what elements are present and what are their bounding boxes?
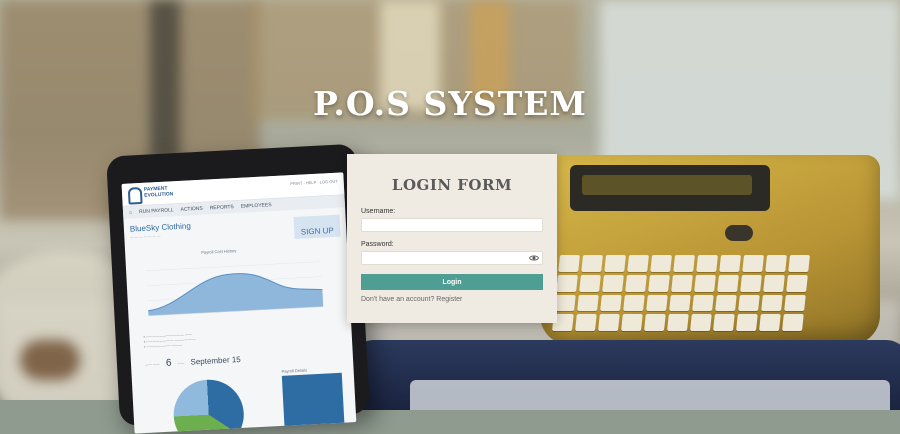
register-key bbox=[646, 294, 668, 312]
register-key bbox=[650, 255, 672, 272]
register-key bbox=[581, 255, 603, 272]
tablet-signup-badge: SIGN UP bbox=[293, 214, 341, 239]
register-key bbox=[740, 274, 762, 292]
register-key bbox=[736, 314, 758, 331]
tablet-chart-title: Payroll Cost History bbox=[201, 248, 237, 255]
brand-logo-icon bbox=[127, 186, 143, 205]
username-field-wrapper bbox=[361, 218, 543, 232]
tablet-brand: PAYMENT EVOLUTION bbox=[143, 185, 174, 199]
password-input[interactable] bbox=[361, 251, 543, 265]
register-key bbox=[761, 294, 783, 312]
register-key bbox=[788, 255, 810, 272]
register-key bbox=[623, 294, 645, 312]
login-button[interactable]: Login bbox=[361, 274, 543, 290]
tablet-panel-title: Payroll Details bbox=[281, 367, 308, 374]
password-label: Password: bbox=[361, 241, 394, 248]
login-form-heading: LOGIN FORM bbox=[391, 176, 513, 194]
register-key bbox=[692, 294, 714, 312]
register-key bbox=[719, 255, 741, 272]
register-key bbox=[554, 294, 576, 312]
register-key bbox=[671, 274, 693, 292]
home-icon: ⌂ bbox=[128, 209, 133, 216]
username-input[interactable] bbox=[361, 218, 543, 232]
register-key bbox=[759, 314, 781, 331]
register-key bbox=[604, 255, 626, 272]
register-key bbox=[690, 314, 712, 331]
register-key bbox=[575, 314, 597, 331]
login-form: LOGIN FORM Username: Password: Login Don… bbox=[347, 154, 557, 323]
register-key bbox=[598, 314, 620, 331]
register-key bbox=[558, 255, 580, 272]
register-key bbox=[784, 294, 806, 312]
register-key bbox=[600, 294, 622, 312]
register-key bbox=[738, 294, 760, 312]
tablet-pie-chart bbox=[171, 377, 246, 434]
tablet-top-links: PRINT · HELP · LOG OUT bbox=[290, 178, 338, 187]
register-key bbox=[621, 314, 643, 331]
tablet-image: PAYMENT EVOLUTION PRINT · HELP · LOG OUT… bbox=[106, 143, 370, 434]
tablet-screen: PAYMENT EVOLUTION PRINT · HELP · LOG OUT… bbox=[121, 172, 357, 434]
register-key bbox=[742, 255, 764, 272]
register-prompt-line: Don't have an account? Register bbox=[361, 296, 543, 303]
register-key bbox=[627, 255, 649, 272]
register-key bbox=[667, 314, 689, 331]
register-key bbox=[673, 255, 695, 272]
register-key bbox=[648, 274, 670, 292]
register-key bbox=[694, 274, 716, 292]
username-label: Username: bbox=[361, 208, 396, 215]
register-key bbox=[696, 255, 718, 272]
cash-register-image bbox=[350, 155, 900, 410]
register-key bbox=[577, 294, 599, 312]
register-prompt-text: Don't have an account? bbox=[361, 296, 435, 303]
register-key bbox=[625, 274, 647, 292]
tablet-stats: —— —— 6 —— September 15 bbox=[144, 354, 241, 369]
register-key bbox=[763, 274, 785, 292]
page-title: P.O.S SYSTEM bbox=[313, 84, 587, 123]
register-link[interactable]: Register bbox=[436, 296, 462, 303]
register-key bbox=[579, 274, 601, 292]
register-key bbox=[715, 294, 737, 312]
register-key bbox=[713, 314, 735, 331]
tablet-area-chart bbox=[146, 261, 324, 317]
tablet-news-lines: ▪ ——————————— —— ▪ ———————— —————— ▪ —————… bbox=[143, 332, 197, 349]
register-key bbox=[717, 274, 739, 292]
eye-icon[interactable] bbox=[529, 253, 539, 263]
register-key bbox=[765, 255, 787, 272]
register-key bbox=[556, 274, 578, 292]
tablet-details-panel bbox=[281, 372, 345, 434]
register-key bbox=[786, 274, 808, 292]
register-key bbox=[644, 314, 666, 331]
register-key bbox=[669, 294, 691, 312]
password-field-wrapper bbox=[361, 251, 543, 265]
register-key bbox=[782, 314, 804, 331]
register-key bbox=[602, 274, 624, 292]
